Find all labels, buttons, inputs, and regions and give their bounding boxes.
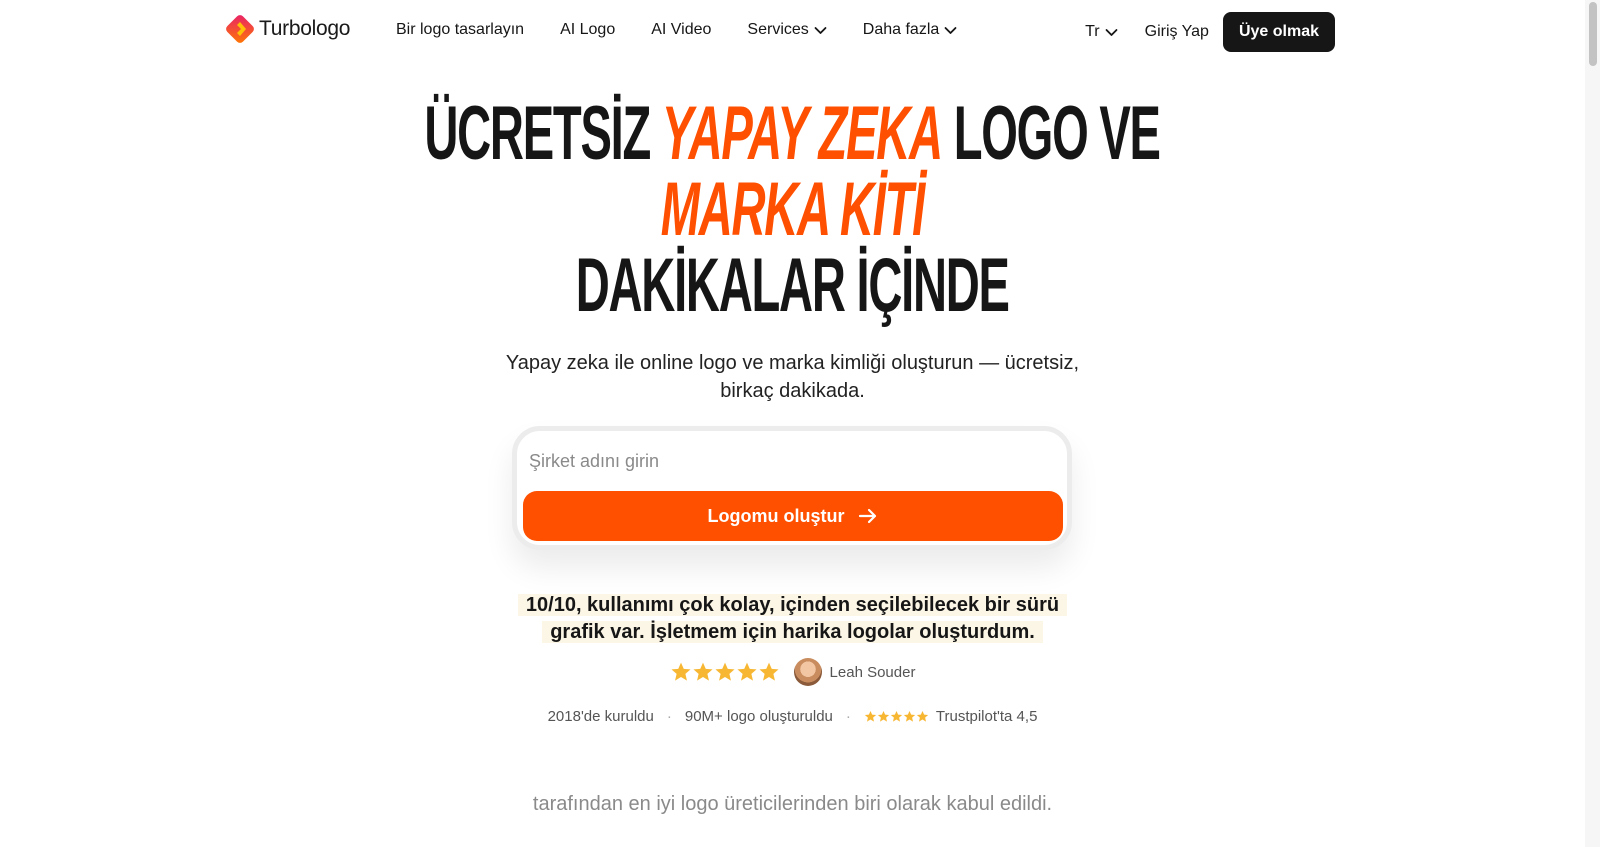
founded-stat: 2018'de kuruldu	[547, 708, 654, 725]
nav-more-label: Daha fazla	[862, 21, 940, 38]
hero-subtitle: Yapay zeka ile online logo ve marka kiml…	[0, 349, 1585, 405]
chevron-down-icon	[1105, 28, 1118, 36]
review-rating	[670, 661, 780, 683]
language-selector[interactable]: Tr	[1085, 23, 1118, 41]
star-icon	[737, 662, 757, 681]
hero-minutes-text: DAKİKALAR İÇİNDE	[575, 243, 1010, 328]
hero-ai-text: YAPAY ZEKA	[662, 91, 943, 176]
star-icon	[864, 710, 877, 722]
nav-ai-video-label: AI Video	[651, 21, 712, 38]
scrollbar-thumb[interactable]	[1589, 2, 1597, 66]
arrow-right-icon	[859, 508, 877, 524]
brand-name: Turbologo	[259, 17, 351, 40]
nav-services-dropdown[interactable]: Services	[747, 21, 827, 39]
hero-line-3: DAKİKALAR İÇİNDE	[0, 248, 1585, 324]
language-label: Tr	[1085, 23, 1100, 40]
create-logo-button-label: Logomu oluştur	[707, 505, 845, 526]
chevron-down-icon	[944, 26, 957, 34]
recognition-text: tarafından en iyi logo üreticilerinden b…	[532, 793, 1053, 815]
main-nav: Bir logo tasarlayın AI Logo AI Video Ser…	[396, 21, 993, 39]
stats-row: 2018'de kuruldu · 90M+ logo oluşturuldu …	[0, 708, 1585, 725]
separator-dot: ·	[845, 708, 851, 725]
hero-subtitle-line-2: birkaç dakikada.	[720, 380, 865, 402]
nav-design-logo-label: Bir logo tasarlayın	[396, 21, 525, 38]
hero-brand-kit-text: MARKA KİTİ	[660, 167, 926, 252]
star-icon	[693, 662, 713, 681]
nav-services-label: Services	[747, 21, 809, 38]
hero-heading: ÜCRETSİZ YAPAY ZEKA LOGO VE MARKA KİTİ D…	[0, 96, 1585, 324]
nav-design-logo[interactable]: Bir logo tasarlayın	[396, 21, 524, 39]
star-icon	[916, 710, 929, 722]
turbologo-logo-icon	[226, 15, 254, 43]
review-quote-line-1: 10/10, kullanımı çok kolay, içinden seçi…	[517, 594, 1068, 616]
review-author: Leah Souder	[0, 658, 1585, 686]
star-icon	[715, 662, 735, 681]
logo-form-card: Logomu oluştur	[512, 426, 1072, 550]
nav-ai-logo-label: AI Logo	[560, 21, 616, 38]
hero-line-1: ÜCRETSİZ YAPAY ZEKA LOGO VE	[0, 96, 1585, 172]
reviewer-name: Leah Souder	[829, 663, 916, 681]
header-actions: Tr Giriş Yap Üye olmak	[1085, 12, 1335, 52]
login-link[interactable]: Giriş Yap	[1145, 23, 1209, 41]
hero-free-text: ÜCRETSİZ	[424, 91, 652, 176]
nav-ai-logo[interactable]: AI Logo	[560, 21, 615, 39]
trustpilot-rating[interactable]: Trustpilot'ta 4,5	[936, 708, 1038, 725]
signup-button[interactable]: Üye olmak	[1222, 12, 1335, 52]
site-header: Turbologo Bir logo tasarlayın AI Logo AI…	[0, 0, 1585, 64]
nav-ai-video[interactable]: AI Video	[651, 21, 711, 39]
page-scrollbar[interactable]	[1585, 0, 1600, 847]
star-icon	[759, 662, 779, 681]
hero-logo-and-text: LOGO VE	[954, 91, 1161, 176]
create-logo-button[interactable]: Logomu oluştur	[523, 491, 1063, 541]
chevron-down-icon	[814, 26, 827, 34]
reviewer-avatar	[793, 658, 822, 686]
trustpilot-stars	[864, 710, 929, 723]
turbologo-logo[interactable]: Turbologo	[224, 13, 350, 45]
review-quote: 10/10, kullanımı çok kolay, içinden seçi…	[0, 592, 1585, 646]
star-icon	[903, 710, 916, 722]
separator-dot: ·	[666, 708, 672, 725]
star-icon	[890, 710, 903, 722]
company-name-input[interactable]	[529, 441, 1057, 481]
logos-created-stat: 90M+ logo oluşturuldu	[684, 708, 833, 725]
review-quote-line-2: grafik var. İşletmem için harika logolar…	[542, 621, 1043, 643]
hero-subtitle-line-1: Yapay zeka ile online logo ve marka kiml…	[505, 352, 1080, 374]
hero-line-2: MARKA KİTİ	[0, 172, 1585, 248]
star-icon	[877, 710, 890, 722]
star-icon	[671, 662, 691, 681]
nav-more-dropdown[interactable]: Daha fazla	[863, 21, 958, 39]
